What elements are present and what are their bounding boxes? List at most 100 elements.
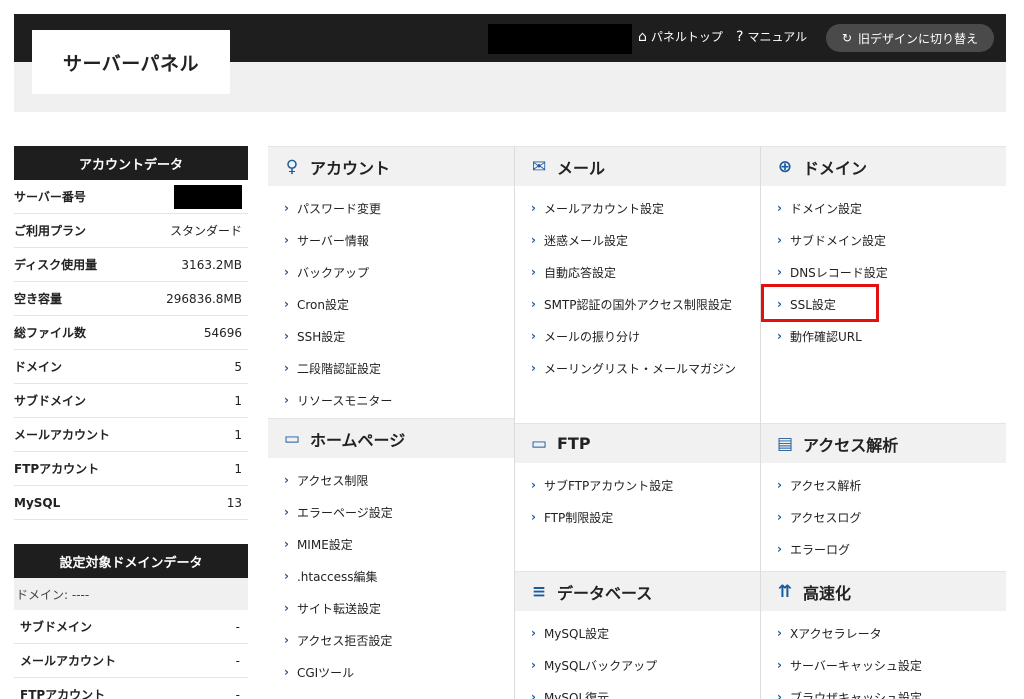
chevron-right-icon: ›: [284, 537, 289, 551]
chevron-right-icon: ›: [284, 665, 289, 679]
chevron-right-icon: ›: [531, 201, 536, 215]
menu-item-mysql-restore[interactable]: › MySQL復元: [515, 681, 760, 699]
menu-item-ssh[interactable]: › SSH設定: [268, 320, 514, 352]
menu-item-resource-monitor[interactable]: › リソースモニター: [268, 384, 514, 416]
menu-item-backup[interactable]: › バックアップ: [268, 256, 514, 288]
menu-item-redirect[interactable]: › サイト転送設定: [268, 592, 514, 624]
menu-item-analytics[interactable]: › アクセス解析: [761, 469, 1006, 501]
redacted-block: [488, 24, 632, 54]
menu-item-mailing-list[interactable]: › メーリングリスト・メールマガジン: [515, 352, 760, 384]
menu-item-access-deny[interactable]: › アクセス拒否設定: [268, 624, 514, 656]
account-row: MySQL 13: [14, 486, 248, 520]
speed-icon: ⇈: [777, 581, 793, 602]
domain-row: FTPアカウント -: [14, 678, 248, 699]
account-row: ディスク使用量 3163.2MB: [14, 248, 248, 282]
manual-link[interactable]: ? マニュアル: [736, 28, 807, 45]
window-icon: ▭: [283, 428, 301, 449]
menu-item-auto-reply[interactable]: › 自動応答設定: [515, 256, 760, 288]
menu-item-x-accelerator[interactable]: › Xアクセラレータ: [761, 617, 1006, 649]
menu-item-mail-account[interactable]: › メールアカウント設定: [515, 192, 760, 224]
section-ftp-header: ▭ FTP: [515, 423, 760, 463]
section-analytics-items: › アクセス解析 › アクセスログ › エラーログ: [761, 463, 1006, 571]
section-database-items: › MySQL設定 › MySQLバックアップ › MySQL復元: [515, 611, 760, 699]
old-design-button[interactable]: ↻ 旧デザインに切り替え: [826, 24, 994, 52]
menu-item-smtp-restriction[interactable]: › SMTP認証の国外アクセス制限設定: [515, 288, 760, 320]
account-row: ご利用プラン スタンダード: [14, 214, 248, 248]
domain-label: ドメイン: ----: [14, 578, 248, 610]
section-domain-header: ⊕ ドメイン: [761, 146, 1006, 186]
menu-item-error-log[interactable]: › エラーログ: [761, 533, 1006, 565]
menu-item-cgi-tool[interactable]: › CGIツール: [268, 656, 514, 688]
envelope-icon: ✉: [531, 156, 547, 177]
account-row: 総ファイル数 54696: [14, 316, 248, 350]
menu-item-test-url[interactable]: › 動作確認URL: [761, 320, 1006, 352]
menu-item-mysql-backup[interactable]: › MySQLバックアップ: [515, 649, 760, 681]
chevron-right-icon: ›: [284, 393, 289, 407]
domain-row: サブドメイン -: [14, 610, 248, 644]
chevron-right-icon: ›: [777, 626, 782, 640]
chevron-right-icon: ›: [531, 329, 536, 343]
menu-item-2fa[interactable]: › 二段階認証設定: [268, 352, 514, 384]
panel-top-link[interactable]: ⌂ パネルトップ: [638, 28, 723, 45]
section-account-items: › パスワード変更 › サーバー情報 › バックアップ › Cron設定 › SSH設定 …: [268, 186, 514, 416]
chevron-right-icon: ›: [777, 690, 782, 699]
monitor-icon: ▭: [530, 433, 548, 454]
section-ftp-items: › サブFTPアカウント設定 › FTP制限設定: [515, 463, 760, 571]
menu-item-spam[interactable]: › 迷惑メール設定: [515, 224, 760, 256]
chevron-right-icon: ›: [284, 361, 289, 375]
menu-item-browser-cache[interactable]: › ブラウザキャッシュ設定: [761, 681, 1006, 699]
menu-item-ftp-limit[interactable]: › FTP制限設定: [515, 501, 760, 533]
chevron-right-icon: ›: [531, 510, 536, 524]
section-mail-header: ✉ メール: [515, 146, 760, 186]
database-icon: ≡: [531, 581, 547, 602]
menu-item-cron[interactable]: › Cron設定: [268, 288, 514, 320]
globe-icon: ⊕: [777, 156, 793, 177]
chevron-right-icon: ›: [777, 542, 782, 556]
account-row: 空き容量 296836.8MB: [14, 282, 248, 316]
chevron-right-icon: ›: [284, 297, 289, 311]
chevron-right-icon: ›: [777, 510, 782, 524]
person-icon: ♀: [285, 156, 299, 177]
logo-text: サーバーパネル: [62, 52, 200, 75]
section-speed-header: ⇈ 高速化: [761, 571, 1006, 611]
chevron-right-icon: ›: [284, 633, 289, 647]
menu-item-access-limit[interactable]: › アクセス制限: [268, 464, 514, 496]
menu-item-sub-ftp[interactable]: › サブFTPアカウント設定: [515, 469, 760, 501]
menu-item-mail-filter[interactable]: › メールの振り分け: [515, 320, 760, 352]
column-mail: ✉ メール › メールアカウント設定 › 迷惑メール設定 › 自動応答設定 › SMTP…: [514, 146, 760, 699]
refresh-icon: ↻: [841, 31, 853, 45]
section-speed-items: › Xアクセラレータ › サーバーキャッシュ設定 › ブラウザキャッシュ設定: [761, 611, 1006, 699]
menu-item-subdomain[interactable]: › サブドメイン設定: [761, 224, 1006, 256]
menu-item-domain-settings[interactable]: › ドメイン設定: [761, 192, 1006, 224]
column-domain: ⊕ ドメイン › ドメイン設定 › サブドメイン設定 › DNSレコード設定 › SSL…: [760, 146, 1006, 699]
menu-item-mysql[interactable]: › MySQL設定: [515, 617, 760, 649]
chevron-right-icon: ›: [284, 329, 289, 343]
chevron-right-icon: ›: [531, 658, 536, 672]
chevron-right-icon: ›: [777, 658, 782, 672]
chevron-right-icon: ›: [284, 505, 289, 519]
chevron-right-icon: ›: [284, 473, 289, 487]
chevron-right-icon: ›: [777, 201, 782, 215]
logo[interactable]: サーバーパネル: [32, 30, 230, 94]
chevron-right-icon: ›: [777, 329, 782, 343]
menu-item-mime[interactable]: › MIME設定: [268, 528, 514, 560]
menu-item-error-page[interactable]: › エラーページ設定: [268, 496, 514, 528]
menu-item-password[interactable]: › パスワード変更: [268, 192, 514, 224]
chevron-right-icon: ›: [777, 265, 782, 279]
chevron-right-icon: ›: [284, 201, 289, 215]
account-row: ドメイン 5: [14, 350, 248, 384]
menu-item-access-log[interactable]: › アクセスログ: [761, 501, 1006, 533]
account-row: サーバー番号: [14, 180, 248, 214]
menu-item-server-info[interactable]: › サーバー情報: [268, 224, 514, 256]
menu-item-server-cache[interactable]: › サーバーキャッシュ設定: [761, 649, 1006, 681]
section-database-header: ≡ データベース: [515, 571, 760, 611]
section-homepage-header: ▭ ホームページ: [268, 418, 514, 458]
chevron-right-icon: ›: [531, 478, 536, 492]
chevron-right-icon: ›: [531, 690, 536, 699]
chevron-right-icon: ›: [777, 233, 782, 247]
account-row: サブドメイン 1: [14, 384, 248, 418]
menu-item-htaccess[interactable]: › .htaccess編集: [268, 560, 514, 592]
ssl-highlight-box: [761, 284, 879, 322]
help-icon: ?: [736, 28, 744, 45]
chevron-right-icon: ›: [284, 265, 289, 279]
